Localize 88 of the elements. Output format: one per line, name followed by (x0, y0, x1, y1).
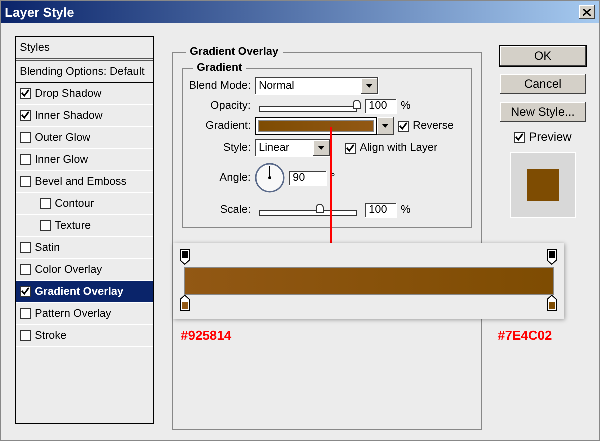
checkbox[interactable] (20, 110, 31, 121)
group-title: Gradient (196, 62, 244, 74)
style-list-item[interactable]: Drop Shadow (16, 83, 153, 105)
list-header: Styles (16, 37, 153, 61)
style-list-item[interactable]: Stroke (16, 325, 153, 347)
dialog-button[interactable]: OK (500, 46, 586, 66)
style-list-item[interactable]: Gradient Overlay (16, 281, 153, 303)
style-label: Inner Glow (35, 154, 88, 166)
close-button[interactable] (579, 5, 595, 19)
check-icon (21, 111, 30, 120)
style-list-item[interactable]: Bevel and Emboss (16, 171, 153, 193)
color-stop-icon[interactable] (180, 295, 190, 311)
color-stop-icon[interactable] (547, 295, 557, 311)
unit-label: % (401, 204, 411, 216)
checkbox[interactable] (514, 132, 526, 142)
style-list-item[interactable]: Blending Options: Default (16, 61, 153, 83)
slider-track[interactable] (259, 210, 357, 216)
unit-label: % (401, 100, 411, 112)
checkbox[interactable] (20, 132, 31, 143)
scale-field[interactable]: 100 (365, 202, 397, 218)
opacity-stop-icon[interactable] (180, 249, 190, 265)
dialog-button[interactable]: Cancel (500, 74, 586, 94)
style-label: Gradient Overlay (35, 286, 124, 298)
checkbox[interactable] (40, 198, 51, 209)
checkbox-label: Reverse (413, 120, 454, 132)
field-label: Gradient: (204, 120, 251, 132)
field-label: Angle: (218, 172, 251, 184)
check-icon (399, 122, 408, 130)
checkbox[interactable] (20, 286, 31, 297)
style-label: Color Overlay (35, 264, 102, 276)
style-list-item[interactable]: Inner Glow (16, 149, 153, 171)
style-label: Outer Glow (35, 132, 91, 144)
style-dropdown[interactable]: Linear (255, 139, 331, 157)
slider-track[interactable] (259, 106, 357, 112)
checkbox[interactable] (20, 308, 31, 319)
dropdown-arrow-icon (366, 84, 373, 88)
checkbox[interactable] (398, 120, 409, 132)
check-icon (346, 144, 355, 152)
blend-mode-dropdown[interactable]: Normal (255, 77, 379, 95)
opacity-field[interactable]: 100 (365, 98, 397, 114)
checkbox[interactable] (20, 154, 31, 165)
check-icon (21, 287, 30, 296)
checkbox-label: Preview (529, 130, 572, 144)
style-label: Texture (55, 220, 92, 232)
panel-title: Gradient Overlay (189, 46, 280, 58)
dropdown-arrow-icon (382, 124, 389, 128)
style-label: Drop Shadow (35, 88, 102, 100)
style-label: Inner Shadow (35, 110, 103, 122)
angle-field[interactable]: 90 (289, 170, 327, 186)
field-label: Opacity: (210, 100, 251, 112)
field-label: Blend Mode: (189, 80, 251, 92)
style-list-item[interactable]: Outer Glow (16, 127, 153, 149)
dialog-button[interactable]: New Style... (500, 102, 586, 122)
color-code-label: #925814 (181, 328, 232, 343)
checkbox[interactable] (20, 330, 31, 341)
style-list-item[interactable]: Satin (16, 237, 153, 259)
preview-swatch (527, 169, 559, 201)
style-label: Bevel and Emboss (35, 176, 127, 188)
checkbox[interactable] (20, 176, 31, 187)
checkbox[interactable] (345, 142, 356, 154)
close-icon (583, 8, 591, 16)
style-label: Satin (35, 242, 60, 254)
checkbox[interactable] (20, 88, 31, 99)
field-label: Scale: (219, 204, 251, 216)
dropdown-arrow-icon (318, 146, 325, 150)
window-title: Layer Style (5, 4, 74, 20)
checkbox[interactable] (20, 264, 31, 275)
check-icon (515, 132, 524, 142)
slider[interactable] (259, 204, 357, 216)
checkbox[interactable] (20, 242, 31, 253)
field-label: Style: (222, 142, 251, 154)
checkbox[interactable] (40, 220, 51, 231)
checkbox-label: Align with Layer (360, 142, 438, 154)
style-label: Pattern Overlay (35, 308, 112, 320)
gradient-picker[interactable] (255, 117, 377, 135)
style-label: Stroke (35, 330, 67, 342)
style-list-item[interactable]: Contour (16, 193, 153, 215)
color-code-label: #7E4C02 (498, 328, 552, 343)
style-list-item[interactable]: Texture (16, 215, 153, 237)
slider-thumb[interactable] (316, 204, 324, 213)
style-list-item[interactable]: Pattern Overlay (16, 303, 153, 325)
opacity-stop-icon[interactable] (547, 249, 557, 265)
style-label: Blending Options: Default (20, 66, 145, 78)
style-label: Contour (55, 198, 94, 210)
style-list-item[interactable]: Inner Shadow (16, 105, 153, 127)
slider-thumb[interactable] (353, 100, 361, 109)
angle-dial-icon[interactable] (255, 163, 285, 193)
check-icon (21, 89, 30, 98)
